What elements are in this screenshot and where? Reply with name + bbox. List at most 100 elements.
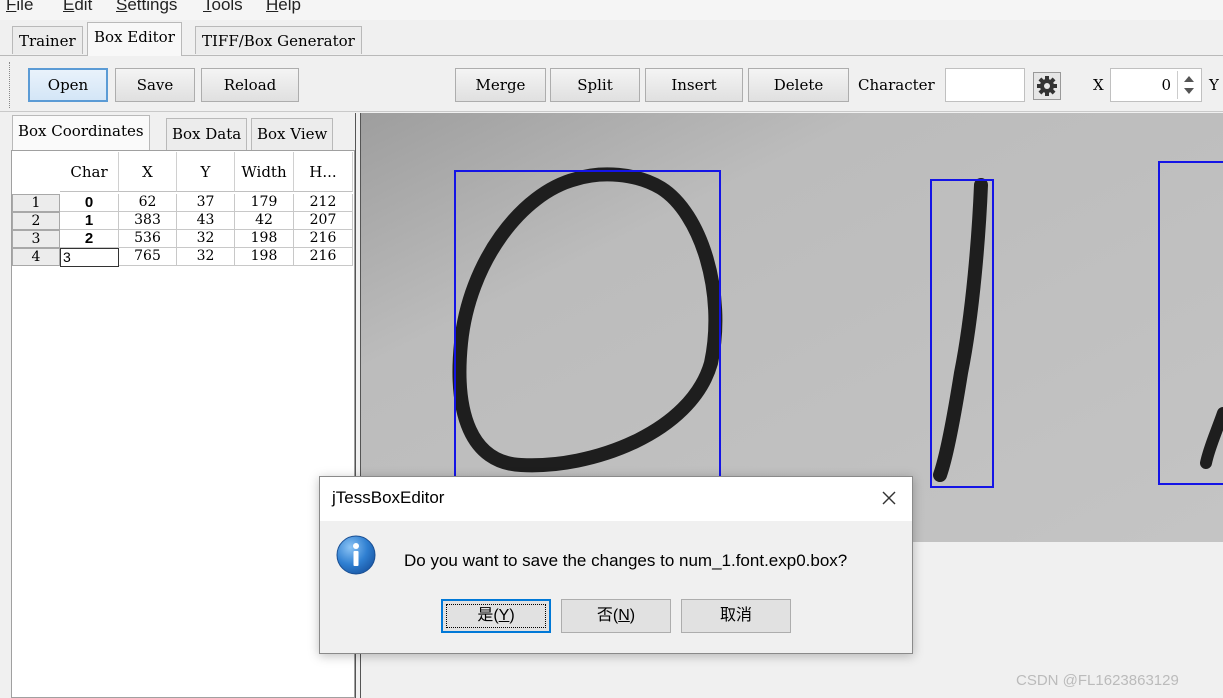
x-label: X: [1093, 76, 1104, 94]
open-button-label: Open: [47, 76, 89, 94]
menu-edit-label: dit: [74, 0, 93, 14]
table-cell-width[interactable]: 198: [235, 230, 294, 248]
menu-help-label: elp: [278, 0, 301, 14]
tab-box-data-label: Box Data: [172, 125, 242, 143]
row-number[interactable]: 4: [12, 248, 60, 266]
menu-tools-label: ools: [211, 0, 243, 14]
table-cell-y[interactable]: 43: [177, 212, 235, 230]
tab-tiff-box-generator[interactable]: TIFF/Box Generator: [195, 26, 362, 54]
char-box-1[interactable]: [930, 179, 994, 488]
delete-button[interactable]: Delete: [748, 68, 849, 102]
insert-button[interactable]: Insert: [645, 68, 743, 102]
menu-file[interactable]: File: [6, 0, 33, 15]
table-cell-x[interactable]: 62: [119, 194, 177, 212]
dialog-title: jTessBoxEditor: [332, 488, 445, 507]
row-number[interactable]: 2: [12, 212, 60, 230]
tab-box-view-label: Box View: [257, 125, 328, 143]
tab-box-data[interactable]: Box Data: [166, 118, 248, 150]
column-header-char[interactable]: Char: [60, 152, 119, 192]
column-header-width[interactable]: Width: [235, 152, 294, 192]
split-button-label: Split: [577, 76, 613, 94]
tab-box-editor[interactable]: Box Editor: [87, 22, 182, 56]
character-input[interactable]: [945, 68, 1025, 102]
y-label: Y: [1209, 76, 1219, 94]
menu-file-mnemonic: F: [6, 0, 17, 14]
menu-settings-label: ettings: [127, 0, 178, 14]
table-cell-x[interactable]: 383: [119, 212, 177, 230]
split-button[interactable]: Split: [550, 68, 640, 102]
yes-button[interactable]: 是(Y): [441, 599, 551, 633]
table-cell-height[interactable]: 212: [294, 194, 353, 212]
no-button-mnemonic: N: [618, 607, 630, 624]
tab-box-editor-label: Box Editor: [94, 28, 175, 46]
no-button-suffix: ): [629, 607, 636, 624]
table-cell-width[interactable]: 179: [235, 194, 294, 212]
focus-ring: [446, 604, 546, 628]
reload-button[interactable]: Reload: [201, 68, 299, 102]
close-icon: [882, 491, 896, 505]
menu-edit[interactable]: Edit: [63, 0, 92, 15]
open-button[interactable]: Open: [28, 68, 108, 102]
menu-settings[interactable]: Settings: [116, 0, 177, 15]
menu-help[interactable]: Help: [266, 0, 301, 15]
info-icon: [336, 535, 376, 575]
menu-file-label: ile: [16, 0, 34, 14]
table-cell-height[interactable]: 216: [294, 230, 353, 248]
tab-trainer[interactable]: Trainer: [12, 26, 83, 54]
table-cell-char[interactable]: 1: [60, 212, 119, 230]
dialog-message: Do you want to save the changes to num_1…: [404, 551, 848, 570]
cancel-button[interactable]: 取消: [681, 599, 791, 633]
x-spinner-arrows[interactable]: [1177, 71, 1199, 99]
watermark: CSDN @FL1623863129: [1016, 672, 1179, 689]
x-spinner[interactable]: 0: [1110, 68, 1202, 102]
no-button[interactable]: 否(N): [561, 599, 671, 633]
char-box-2[interactable]: [1158, 161, 1223, 485]
tab-box-coordinates-label: Box Coordinates: [18, 122, 144, 140]
tab-trainer-label: Trainer: [19, 32, 76, 50]
dialog-close-button[interactable]: [878, 487, 900, 509]
dialog-title-bar[interactable]: jTessBoxEditor: [320, 477, 912, 521]
table-cell-height[interactable]: 216: [294, 248, 353, 266]
merge-button[interactable]: Merge: [455, 68, 546, 102]
table-cell-y[interactable]: 32: [177, 248, 235, 266]
spin-down-icon[interactable]: [1184, 88, 1194, 94]
table-cell-x[interactable]: 536: [119, 230, 177, 248]
table-cell-y[interactable]: 32: [177, 230, 235, 248]
tab-tiff-box-generator-label: TIFF/Box Generator: [202, 32, 355, 50]
table-cell-char-editing[interactable]: 3: [60, 248, 119, 267]
merge-button-label: Merge: [475, 76, 526, 94]
table-cell-char[interactable]: 2: [60, 230, 119, 248]
spin-up-icon[interactable]: [1184, 76, 1194, 82]
table-cell-char[interactable]: 0: [60, 194, 119, 212]
table-cell-x[interactable]: 765: [119, 248, 177, 266]
gear-icon: [1037, 76, 1057, 96]
menu-settings-mnemonic: S: [116, 0, 128, 14]
tab-divider-line: [0, 55, 1223, 56]
row-number[interactable]: 3: [12, 230, 60, 248]
save-button-label: Save: [136, 76, 174, 94]
main-tab-bar: [0, 20, 1223, 58]
column-header-x[interactable]: X: [119, 152, 177, 192]
menu-bar: File Edit Settings Tools Help: [0, 0, 1223, 20]
table-cell-width[interactable]: 198: [235, 248, 294, 266]
table-cell-width[interactable]: 42: [235, 212, 294, 230]
insert-button-label: Insert: [671, 76, 717, 94]
column-header-y[interactable]: Y: [177, 152, 235, 192]
menu-tools[interactable]: Tools: [203, 0, 243, 15]
character-label: Character: [858, 76, 935, 94]
tab-box-coordinates[interactable]: Box Coordinates: [12, 115, 150, 151]
toolbar-grip[interactable]: [9, 62, 12, 108]
save-button[interactable]: Save: [115, 68, 195, 102]
table-cell-y[interactable]: 37: [177, 194, 235, 212]
row-number[interactable]: 1: [12, 194, 60, 212]
dialog-body: Do you want to save the changes to num_1…: [320, 521, 912, 653]
table-cell-height[interactable]: 207: [294, 212, 353, 230]
settings-button[interactable]: [1033, 72, 1061, 100]
cancel-button-label: 取消: [719, 607, 752, 624]
reload-button-label: Reload: [223, 76, 277, 94]
tab-box-view[interactable]: Box View: [251, 118, 334, 150]
no-button-prefix: 否(: [596, 607, 619, 624]
menu-edit-mnemonic: E: [63, 0, 75, 14]
delete-button-label: Delete: [773, 76, 824, 94]
column-header-height[interactable]: H...: [294, 152, 353, 192]
